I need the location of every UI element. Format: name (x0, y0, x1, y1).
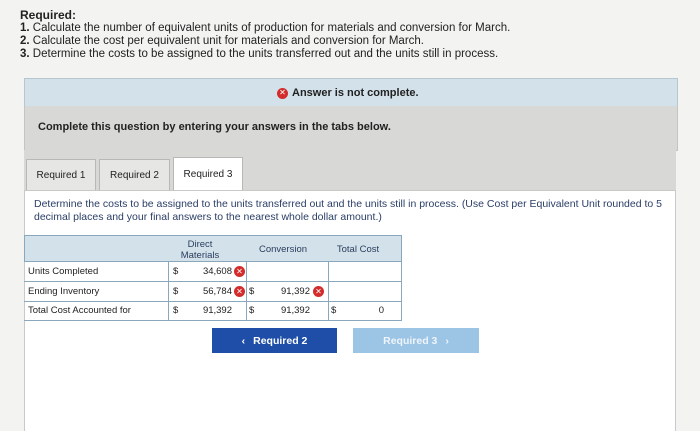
x-circle-icon: ✕ (277, 87, 288, 99)
header-direct-materials: Direct Materials (180, 239, 220, 261)
total-materials-value: 91,392 (202, 305, 232, 316)
requirements-heading: Required: (20, 8, 77, 22)
requirement-1: 1. Calculate the number of equivalent un… (20, 22, 511, 34)
header-total-cost: Total Cost (336, 244, 380, 255)
tab-required-3[interactable]: Required 3 (173, 157, 243, 190)
row-label-ending-inventory: Ending Inventory (28, 286, 100, 297)
total-conversion-value: 91,392 (280, 305, 310, 316)
tab-instructions: Determine the costs to be assigned to th… (34, 198, 663, 223)
column-divider (328, 262, 329, 321)
dollar-sign: $ (173, 266, 179, 277)
answer-status-message: ✕ Answer is not complete. (277, 87, 419, 99)
units-completed-materials-input[interactable]: 34,608 (180, 266, 232, 277)
incorrect-icon: ✕ (313, 286, 324, 297)
column-divider (246, 262, 247, 321)
dollar-sign: $ (249, 305, 255, 316)
header-conversion: Conversion (258, 244, 308, 255)
dollar-sign: $ (173, 286, 179, 297)
row-label-total-cost-accounted: Total Cost Accounted for (28, 305, 131, 316)
incorrect-icon: ✕ (234, 286, 245, 297)
tab-required-2[interactable]: Required 2 (99, 159, 170, 190)
row-label-units-completed: Units Completed (28, 266, 99, 277)
previous-tab-button[interactable]: ‹ Required 2 (212, 328, 337, 353)
column-divider (168, 262, 169, 321)
units-completed-total-input[interactable] (330, 263, 400, 281)
requirement-3: 3. Determine the costs to be assigned to… (20, 48, 499, 60)
tab-required-1[interactable]: Required 1 (26, 159, 96, 190)
column-divider (401, 262, 402, 321)
ending-inventory-conversion-input[interactable]: 91,392 (256, 286, 310, 297)
chevron-left-icon: ‹ (241, 334, 246, 347)
incorrect-icon: ✕ (234, 266, 245, 277)
units-completed-conversion-input[interactable] (248, 263, 327, 281)
total-cost-value: 0 (378, 305, 384, 316)
dollar-sign: $ (173, 305, 179, 316)
chevron-right-icon: › (445, 334, 449, 347)
dollar-sign: $ (249, 286, 255, 297)
dollar-sign: $ (331, 305, 337, 316)
question-instructions: Complete this question by entering your … (38, 121, 391, 133)
ending-inventory-total-input[interactable] (330, 283, 400, 301)
next-tab-button[interactable]: Required 3 › (353, 328, 479, 353)
ending-inventory-materials-input[interactable]: 56,784 (180, 286, 232, 297)
requirement-2: 2. Calculate the cost per equivalent uni… (20, 35, 424, 47)
